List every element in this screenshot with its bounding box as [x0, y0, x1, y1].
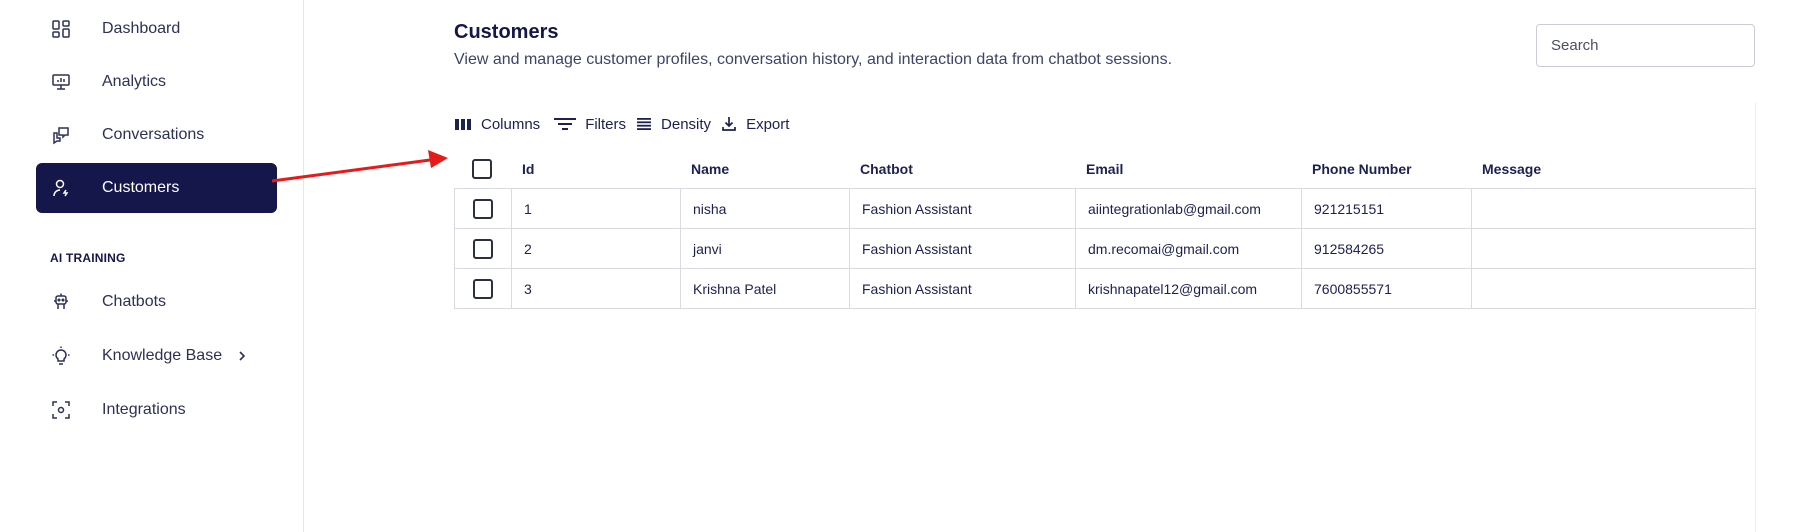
table-row[interactable]: 2 janvi Fashion Assistant dm.recomai@gma… — [454, 228, 1756, 269]
column-header-id[interactable]: Id — [510, 150, 679, 188]
columns-icon — [455, 119, 471, 130]
cell-name: nisha — [680, 189, 849, 228]
cell-name: Krishna Patel — [680, 269, 849, 308]
cell-chatbot: Fashion Assistant — [849, 229, 1075, 268]
chevron-right-icon[interactable] — [236, 350, 248, 362]
columns-label: Columns — [481, 115, 541, 133]
select-all-checkbox-cell — [454, 150, 510, 188]
table-row[interactable]: 1 nisha Fashion Assistant aiintegrationl… — [454, 188, 1756, 229]
column-header-name[interactable]: Name — [679, 150, 848, 188]
filters-button[interactable]: Filters — [554, 116, 626, 133]
search-input[interactable] — [1536, 24, 1755, 67]
cell-email: krishnapatel12@gmail.com — [1075, 269, 1301, 308]
column-header-email[interactable]: Email — [1074, 150, 1300, 188]
cell-message — [1471, 269, 1755, 308]
row-checkbox-cell — [455, 269, 511, 308]
sidebar-item-label: Conversations — [102, 126, 205, 143]
cell-id: 2 — [511, 229, 680, 268]
cell-chatbot: Fashion Assistant — [849, 269, 1075, 308]
density-icon — [637, 118, 652, 130]
column-header-phone-number[interactable]: Phone Number — [1300, 150, 1470, 188]
customers-data-grid: Columns Filters Density Export Id Name C… — [454, 102, 1756, 532]
table-header: Id Name Chatbot Email Phone Number Messa… — [454, 150, 1756, 188]
sidebar-item-label: Dashboard — [102, 20, 181, 37]
cell-phone: 921215151 — [1301, 189, 1471, 228]
density-label: Density — [661, 115, 712, 133]
export-button[interactable]: Export — [721, 116, 789, 133]
density-button[interactable]: Density — [636, 116, 711, 133]
cell-email: aiintegrationlab@gmail.com — [1075, 189, 1301, 228]
sidebar-item-customers[interactable]: Customers — [36, 163, 277, 213]
sidebar-item-label: Analytics — [102, 73, 167, 90]
filter-icon — [554, 118, 577, 130]
chatbot-icon — [50, 291, 72, 313]
page-subtitle: View and manage customer profiles, conve… — [454, 51, 1173, 68]
cell-email: dm.recomai@gmail.com — [1075, 229, 1301, 268]
conversations-icon — [50, 124, 72, 146]
main-content: Customers View and manage customer profi… — [304, 0, 1799, 532]
page-title: Customers — [454, 21, 559, 43]
integrations-icon — [50, 399, 72, 421]
sidebar-item-knowledge-base[interactable]: Knowledge Base — [36, 331, 277, 381]
column-header-message[interactable]: Message — [1470, 150, 1756, 188]
analytics-icon — [50, 71, 72, 93]
sidebar-item-chatbots[interactable]: Chatbots — [36, 277, 277, 327]
sidebar-item-dashboard[interactable]: Dashboard — [36, 4, 277, 54]
row-checkbox-cell — [455, 229, 511, 268]
row-checkbox-cell — [455, 189, 511, 228]
row-checkbox[interactable] — [473, 238, 493, 259]
dashboard-icon — [50, 18, 72, 40]
sidebar-item-conversations[interactable]: Conversations — [36, 110, 277, 160]
cell-message — [1471, 189, 1755, 228]
cell-id: 1 — [511, 189, 680, 228]
row-checkbox[interactable] — [473, 198, 493, 219]
columns-button[interactable]: Columns — [454, 116, 540, 133]
sidebar-item-integrations[interactable]: Integrations — [36, 385, 277, 435]
cell-phone: 7600855571 — [1301, 269, 1471, 308]
cell-name: janvi — [680, 229, 849, 268]
table-row[interactable]: 3 Krishna Patel Fashion Assistant krishn… — [454, 268, 1756, 309]
column-header-chatbot[interactable]: Chatbot — [848, 150, 1074, 188]
download-icon — [722, 117, 736, 131]
grid-toolbar: Columns Filters Density Export — [454, 110, 799, 138]
export-label: Export — [746, 115, 790, 133]
cell-message — [1471, 229, 1755, 268]
lightbulb-icon — [50, 345, 72, 367]
sidebar-item-label: Integrations — [102, 401, 186, 418]
cell-id: 3 — [511, 269, 680, 308]
cell-phone: 912584265 — [1301, 229, 1471, 268]
select-all-checkbox[interactable] — [472, 159, 492, 179]
sidebar-item-label: Customers — [102, 179, 180, 196]
section-title-ai-training: AI TRAINING — [50, 251, 126, 265]
sidebar: Dashboard Analytics Conversations Custom… — [0, 0, 304, 532]
sidebar-item-label: Chatbots — [102, 293, 167, 310]
row-checkbox[interactable] — [473, 278, 493, 299]
cell-chatbot: Fashion Assistant — [849, 189, 1075, 228]
customers-icon — [50, 177, 72, 199]
filters-label: Filters — [585, 115, 627, 133]
sidebar-item-analytics[interactable]: Analytics — [36, 57, 277, 107]
sidebar-item-label: Knowledge Base — [102, 347, 223, 364]
